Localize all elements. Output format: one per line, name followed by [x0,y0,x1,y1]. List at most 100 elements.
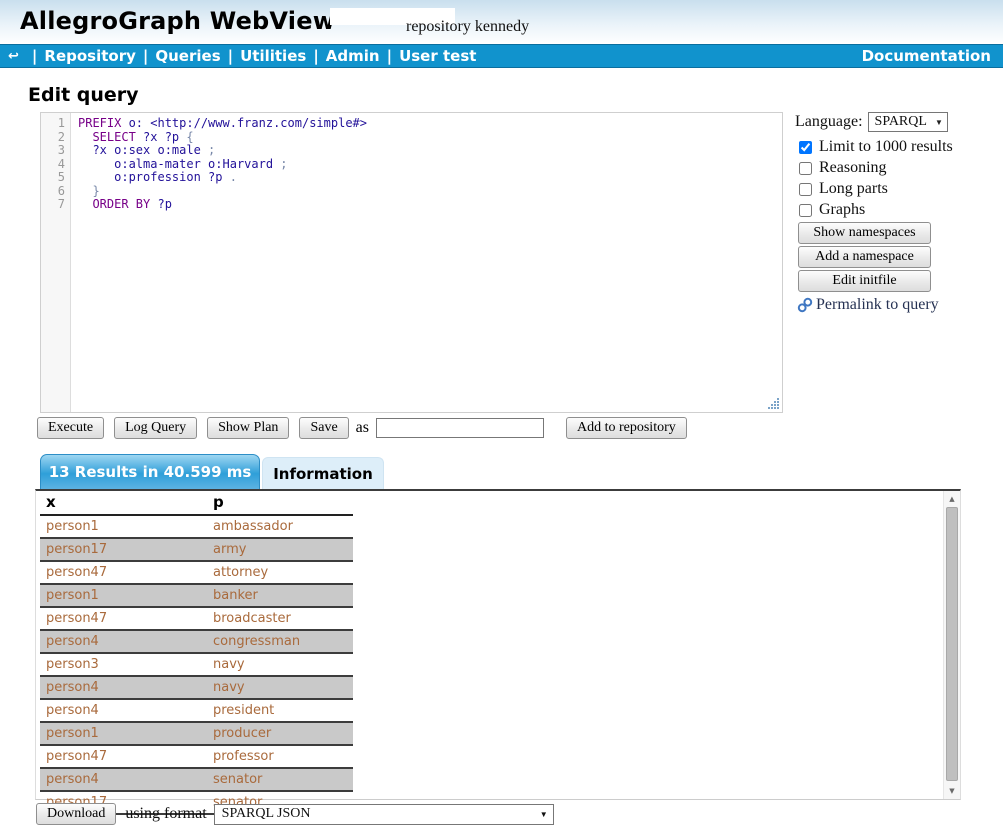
table-row: person4senator [40,768,353,791]
limit-results-label: Limit to 1000 results [819,138,953,156]
code-line: o:alma-mater o:Harvard ; [78,158,367,172]
reasoning-checkbox[interactable] [799,162,812,175]
cell-p: navy [207,676,353,699]
permalink-link[interactable]: Permalink to query [797,296,995,314]
column-header-x: x [40,491,207,515]
cell-p: army [207,538,353,561]
results-panel: x p person1ambassadorperson17armyperson4… [35,489,961,800]
execute-button[interactable]: Execute [37,417,104,439]
show-plan-button[interactable]: Show Plan [207,417,289,439]
results-scrollbar[interactable]: ▲ ▼ [943,491,960,799]
format-select-value: SPARQL JSON [222,806,311,822]
cell-x[interactable]: person4 [40,699,207,722]
long-parts-option: Long parts [799,180,995,198]
graphs-option: Graphs [799,201,995,219]
log-query-button[interactable]: Log Query [114,417,197,439]
scroll-down-icon[interactable]: ▼ [944,784,960,798]
scroll-up-icon[interactable]: ▲ [944,492,960,506]
add-namespace-button[interactable]: Add a namespace [798,246,931,268]
long-parts-label: Long parts [819,180,888,198]
code-line: ORDER BY ?p [78,198,367,212]
link-chain-icon [797,297,813,313]
as-label: as [356,419,369,437]
table-row: person1ambassador [40,515,353,538]
cell-x[interactable]: person47 [40,607,207,630]
table-row: person4congressman [40,630,353,653]
results-table: x p person1ambassadorperson17armyperson4… [40,491,353,815]
code-line: } [78,185,367,199]
cell-x[interactable]: person4 [40,768,207,791]
nav-item-user-test[interactable]: User test [399,47,476,65]
nav-item-admin[interactable]: Admin [326,47,380,65]
nav-separator: | [143,47,148,65]
tab-information[interactable]: Information [262,457,384,489]
query-actions-row: Execute Log Query Show Plan Save as Add … [37,417,687,439]
query-code[interactable]: PREFIX o: <http://www.franz.com/simple#>… [71,113,367,412]
nav-item-utilities[interactable]: Utilities [240,47,306,65]
table-row: person47attorney [40,561,353,584]
cell-p: attorney [207,561,353,584]
cell-x[interactable]: person1 [40,722,207,745]
show-namespaces-button[interactable]: Show namespaces [798,222,931,244]
cell-x[interactable]: person4 [40,630,207,653]
documentation-link[interactable]: Documentation [862,47,991,65]
graphs-checkbox[interactable] [799,204,812,217]
format-select[interactable]: SPARQL JSON ▼ [214,804,554,825]
nav-item-queries[interactable]: Queries [155,47,220,65]
cell-x[interactable]: person47 [40,561,207,584]
edit-initfile-button[interactable]: Edit initfile [798,270,931,292]
cell-x[interactable]: person1 [40,515,207,538]
table-row: person47broadcaster [40,607,353,630]
nav-item-repository[interactable]: Repository [44,47,136,65]
code-line: SELECT ?x ?p { [78,131,367,145]
chevron-down-icon: ▼ [540,810,548,819]
language-select[interactable]: SPARQL ▼ [868,112,948,132]
cell-x[interactable]: person4 [40,676,207,699]
repository-label: repository kennedy [406,18,529,36]
cell-p: producer [207,722,353,745]
main-navbar: ↩ |Repository|Queries|Utilities|Admin|Us… [0,44,1003,68]
nav-separator: | [387,47,392,65]
reasoning-option: Reasoning [799,159,995,177]
long-parts-checkbox[interactable] [799,183,812,196]
results-tabs: 13 Results in 40.599 ms Information [40,454,384,489]
table-row: person4navy [40,676,353,699]
limit-results-checkbox[interactable] [799,141,812,154]
nav-separator: | [313,47,318,65]
cell-p: congressman [207,630,353,653]
tab-results[interactable]: 13 Results in 40.599 ms [40,454,260,489]
column-header-p: p [207,491,353,515]
code-line: PREFIX o: <http://www.franz.com/simple#> [78,117,367,131]
cell-x[interactable]: person17 [40,538,207,561]
download-button[interactable]: Download [36,803,116,825]
back-icon[interactable]: ↩ [8,49,19,64]
code-line: ?x o:sex o:male ; [78,144,367,158]
table-row: person1producer [40,722,353,745]
scrollbar-thumb[interactable] [946,507,958,781]
cell-x[interactable]: person47 [40,745,207,768]
table-row: person17army [40,538,353,561]
limit-results-option: Limit to 1000 results [799,138,995,156]
cell-p: banker [207,584,353,607]
code-line: o:profession ?p . [78,171,367,185]
cell-p: ambassador [207,515,353,538]
save-name-input[interactable] [376,418,544,438]
chevron-down-icon: ▼ [935,118,943,127]
cell-p: professor [207,745,353,768]
cell-x[interactable]: person1 [40,584,207,607]
permalink-label: Permalink to query [816,296,939,314]
resize-grip-icon[interactable] [767,397,780,410]
cell-p: president [207,699,353,722]
table-row: person4president [40,699,353,722]
table-header-row: x p [40,491,353,515]
masthead: AllegroGraph WebView repository kennedy [0,0,1003,44]
reasoning-label: Reasoning [819,159,887,177]
add-to-repository-button[interactable]: Add to repository [566,417,687,439]
query-editor[interactable]: 1234567 PREFIX o: <http://www.franz.com/… [40,112,783,413]
save-button[interactable]: Save [299,417,348,439]
app-title: AllegroGraph WebView [20,7,335,35]
nav-separator: | [32,47,37,65]
page-title: Edit query [28,84,1003,106]
cell-p: navy [207,653,353,676]
cell-x[interactable]: person3 [40,653,207,676]
